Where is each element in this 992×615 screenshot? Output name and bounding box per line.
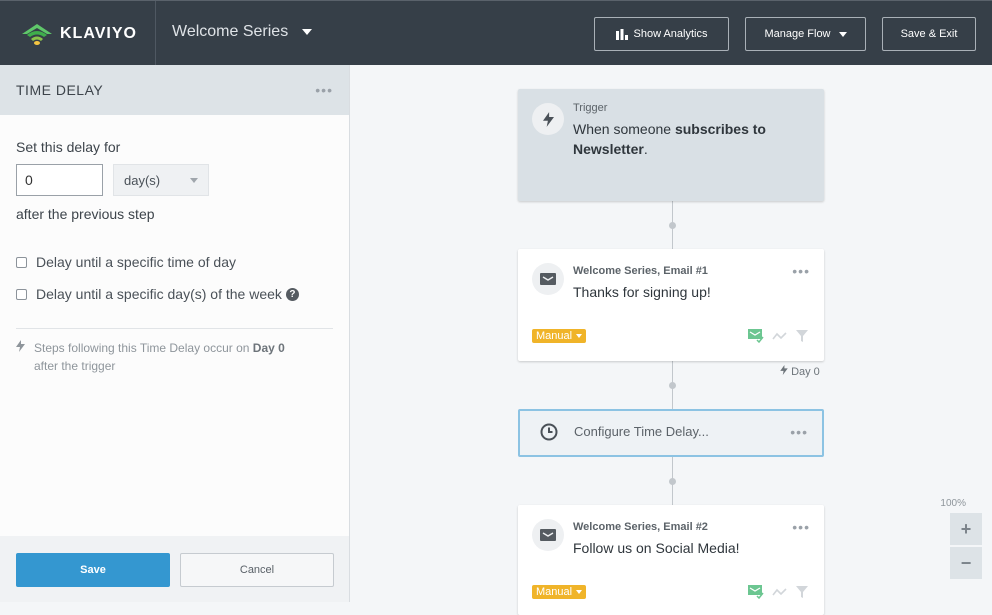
set-delay-label: Set this delay for bbox=[16, 139, 121, 155]
flow-name: Welcome Series bbox=[172, 23, 289, 40]
klaviyo-logo-icon bbox=[22, 24, 52, 45]
day-of-week-label: Delay until a specific day(s) of the wee… bbox=[36, 286, 282, 302]
topbar-divider bbox=[155, 1, 156, 66]
lightning-bolt-icon bbox=[780, 365, 788, 375]
delay-input-row: day(s) bbox=[16, 164, 333, 196]
more-options-icon[interactable]: ••• bbox=[315, 82, 333, 98]
day-of-week-option[interactable]: Delay until a specific day(s) of the wee… bbox=[16, 286, 333, 302]
email-action-icons bbox=[748, 585, 808, 599]
delay-unit-select[interactable]: day(s) bbox=[113, 164, 209, 196]
note-suffix: after the trigger bbox=[34, 359, 116, 373]
email-node-1[interactable]: Welcome Series, Email #1 Thanks for sign… bbox=[518, 249, 824, 361]
chevron-down-icon bbox=[576, 590, 583, 594]
status-label: Manual bbox=[536, 586, 573, 598]
day-of-week-checkbox[interactable] bbox=[16, 288, 27, 300]
panel-body: Set this delay for day(s) after the prev… bbox=[0, 115, 349, 375]
chevron-down-icon bbox=[838, 31, 847, 37]
smart-sending-icon[interactable] bbox=[772, 331, 788, 341]
klaviyo-logo[interactable]: KLAVIYO bbox=[20, 21, 137, 47]
delay-note: Steps following this Time Delay occur on… bbox=[16, 339, 333, 375]
zoom-out-button[interactable]: − bbox=[950, 547, 982, 579]
trigger-text-prefix: When someone bbox=[573, 121, 672, 137]
day-marker: Day 0 bbox=[780, 365, 820, 378]
day-marker-label: Day 0 bbox=[791, 366, 820, 378]
connector-dot bbox=[669, 382, 676, 389]
trigger-label: Trigger bbox=[573, 102, 608, 114]
email-subtitle: Welcome Series, Email #2 bbox=[573, 521, 708, 533]
help-icon[interactable]: ? bbox=[285, 287, 299, 301]
trigger-node[interactable]: Trigger When someone subscribes to Newsl… bbox=[518, 89, 824, 201]
connector-dot bbox=[669, 478, 676, 485]
email-title: Thanks for signing up! bbox=[573, 284, 711, 300]
lightning-bolt-icon bbox=[532, 103, 564, 135]
connector-dot bbox=[669, 222, 676, 229]
time-delay-panel: TIME DELAY ••• Set this delay for day(s)… bbox=[0, 65, 350, 602]
divider bbox=[16, 328, 333, 329]
trigger-description: When someone subscribes to Newsletter. bbox=[573, 119, 808, 159]
zoom-level: 100% bbox=[940, 498, 966, 509]
flow-name-dropdown[interactable]: Welcome Series bbox=[172, 23, 313, 41]
note-prefix: Steps following this Time Delay occur on bbox=[34, 341, 250, 355]
email-action-icons bbox=[748, 329, 808, 343]
brand-name: KLAVIYO bbox=[60, 25, 137, 42]
panel-footer: Save Cancel bbox=[0, 536, 349, 602]
time-of-day-checkbox[interactable] bbox=[16, 256, 27, 268]
chevron-down-icon bbox=[190, 177, 198, 183]
email-verified-icon[interactable] bbox=[748, 329, 764, 343]
smart-sending-icon[interactable] bbox=[772, 587, 788, 597]
trigger-action: subscribes to bbox=[674, 121, 766, 137]
more-options-icon[interactable]: ••• bbox=[792, 519, 810, 535]
after-previous-step-label: after the previous step bbox=[16, 206, 155, 222]
delay-amount-input[interactable] bbox=[16, 164, 103, 196]
panel-header: TIME DELAY ••• bbox=[0, 65, 349, 115]
more-options-icon[interactable]: ••• bbox=[790, 424, 808, 440]
save-exit-label: Save & Exit bbox=[900, 28, 958, 40]
email-node-2[interactable]: Welcome Series, Email #2 Follow us on So… bbox=[518, 505, 824, 615]
status-label: Manual bbox=[536, 330, 573, 342]
cancel-button[interactable]: Cancel bbox=[180, 553, 334, 587]
email-title: Follow us on Social Media! bbox=[573, 540, 740, 556]
manage-flow-button[interactable]: Manage Flow bbox=[745, 17, 866, 51]
zoom-in-button[interactable]: + bbox=[950, 513, 982, 545]
envelope-icon bbox=[532, 519, 564, 551]
delay-node-label: Configure Time Delay... bbox=[574, 424, 709, 439]
time-delay-node[interactable]: Configure Time Delay... ••• bbox=[518, 409, 824, 457]
bar-chart-icon bbox=[615, 28, 628, 40]
chevron-down-icon bbox=[302, 29, 313, 35]
email-subtitle: Welcome Series, Email #1 bbox=[573, 265, 708, 277]
trigger-list-name: Newsletter bbox=[573, 141, 644, 157]
trigger-text-end: . bbox=[643, 141, 648, 157]
panel-title: TIME DELAY bbox=[16, 82, 104, 98]
status-badge[interactable]: Manual bbox=[532, 329, 587, 343]
lightning-bolt-icon bbox=[16, 339, 30, 375]
save-button[interactable]: Save bbox=[16, 553, 170, 587]
show-analytics-label: Show Analytics bbox=[633, 28, 708, 40]
delay-unit-value: day(s) bbox=[124, 172, 161, 188]
manage-flow-label: Manage Flow bbox=[764, 28, 831, 40]
flow-canvas[interactable]: Trigger When someone subscribes to Newsl… bbox=[351, 65, 992, 615]
time-of-day-option[interactable]: Delay until a specific time of day bbox=[16, 254, 333, 270]
top-navigation-bar: KLAVIYO Welcome Series Show Analytics Ma… bbox=[0, 0, 992, 66]
status-badge[interactable]: Manual bbox=[532, 585, 587, 599]
email-verified-icon[interactable] bbox=[748, 585, 764, 599]
note-day: Day 0 bbox=[252, 341, 285, 355]
envelope-icon bbox=[532, 263, 564, 295]
time-of-day-label: Delay until a specific time of day bbox=[36, 254, 236, 270]
filter-icon[interactable] bbox=[796, 586, 808, 598]
chevron-down-icon bbox=[576, 334, 583, 338]
more-options-icon[interactable]: ••• bbox=[792, 263, 810, 279]
filter-icon[interactable] bbox=[796, 330, 808, 342]
save-exit-button[interactable]: Save & Exit bbox=[882, 17, 976, 51]
show-analytics-button[interactable]: Show Analytics bbox=[594, 17, 729, 51]
clock-icon bbox=[540, 423, 558, 446]
